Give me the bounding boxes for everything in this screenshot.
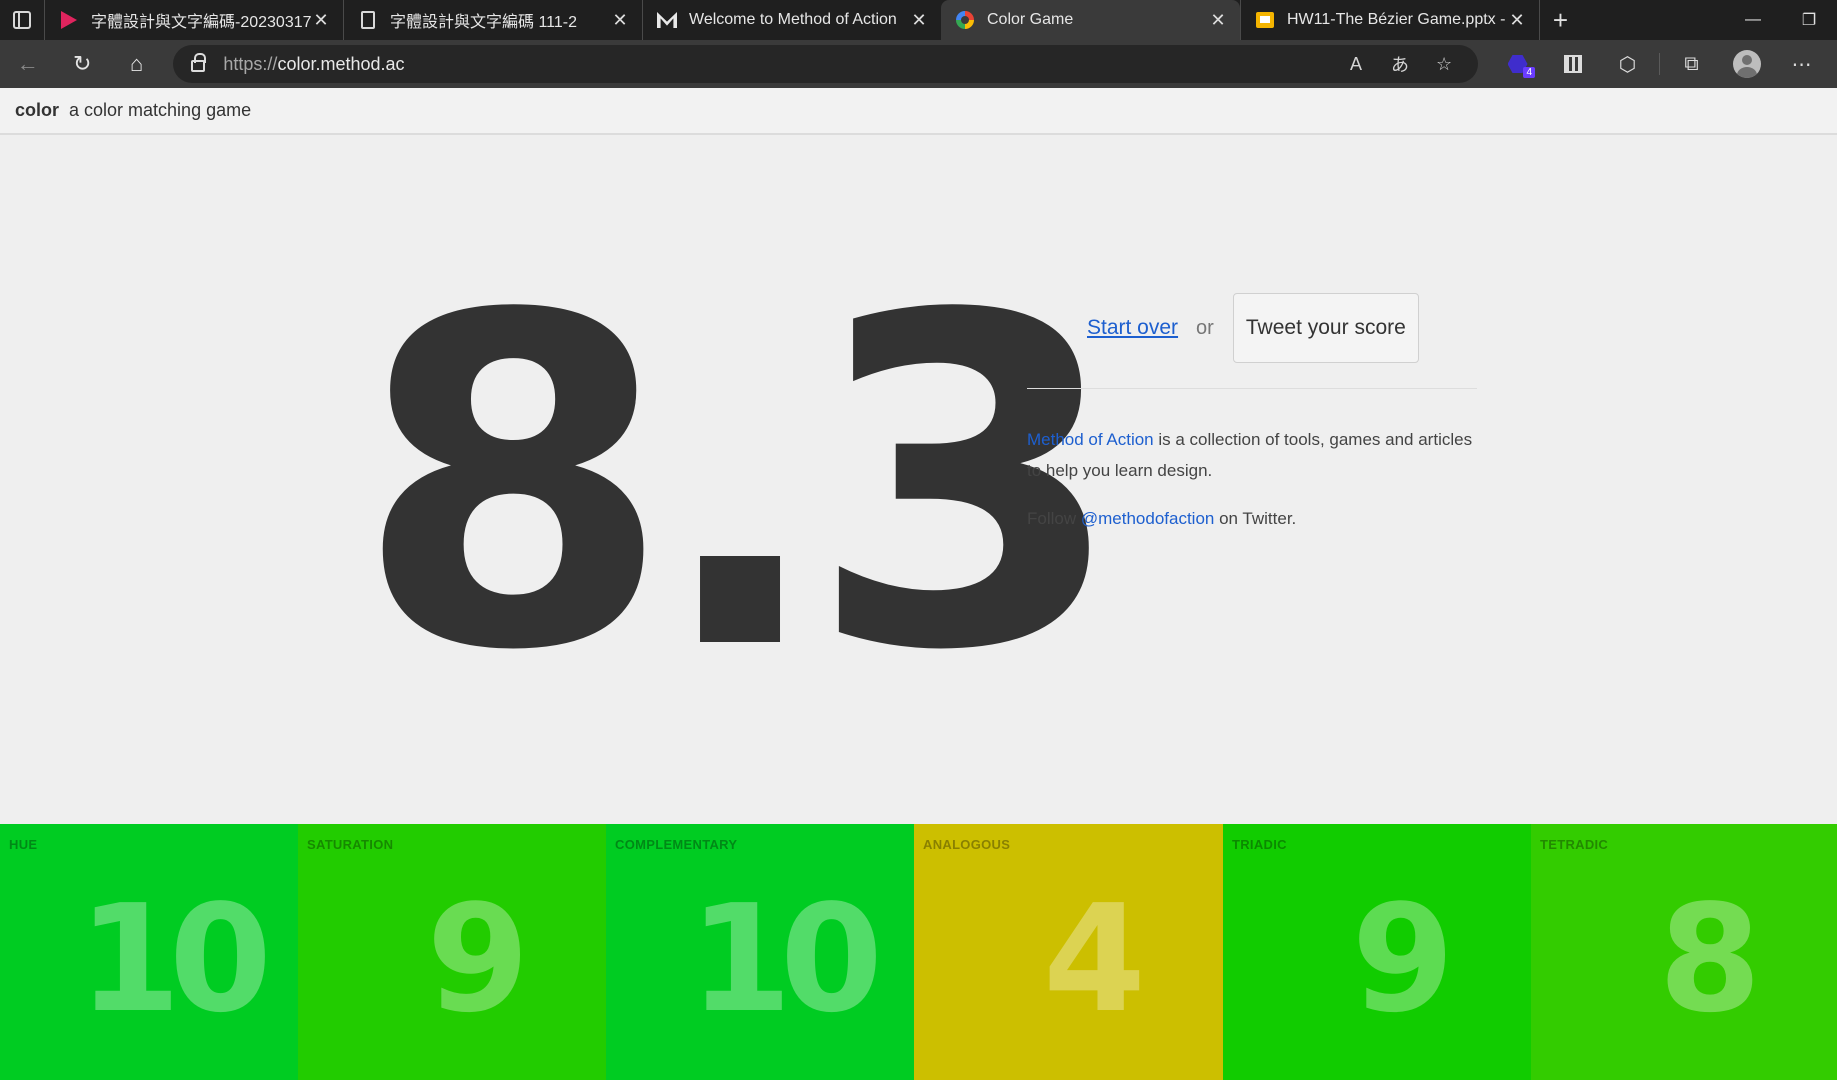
tile-hue: HUE 10 xyxy=(0,824,298,1080)
tile-analogous: ANALOGOUS 4 xyxy=(914,824,1223,1080)
tile-score: 10 xyxy=(689,873,883,1045)
new-tab-button[interactable]: + xyxy=(1539,0,1581,40)
translate-icon[interactable]: あ xyxy=(1378,51,1422,77)
browser-toolbar: ← ↻ ⌂ https://color.method.ac A あ ☆ 4 ⬡ … xyxy=(0,40,1837,88)
result-actions: Start over or Tweet your score xyxy=(1027,293,1477,363)
tile-triadic: TRIADIC 9 xyxy=(1223,824,1531,1080)
site-tagline: a color matching game xyxy=(69,100,252,120)
or-text: or xyxy=(1196,316,1214,339)
tile-saturation: SATURATION 9 xyxy=(298,824,606,1080)
slides-icon xyxy=(1255,10,1275,30)
extensions-button[interactable]: ⬡ xyxy=(1600,44,1655,84)
start-over-link[interactable]: Start over xyxy=(1087,316,1178,340)
tile-label: SATURATION xyxy=(307,837,394,852)
follow-suffix: on Twitter. xyxy=(1214,509,1297,528)
tile-label: ANALOGOUS xyxy=(923,837,1011,852)
tile-score: 9 xyxy=(1351,873,1455,1045)
tab-bezier-game[interactable]: HW11-The Bézier Game.pptx - G ✕ xyxy=(1240,0,1539,40)
restore-button[interactable]: ❐ xyxy=(1781,0,1837,40)
tile-score: 10 xyxy=(78,873,272,1045)
tweet-score-button[interactable]: Tweet your score xyxy=(1232,293,1419,363)
document-icon xyxy=(358,10,378,30)
tab-title: Color Game xyxy=(987,11,1074,28)
final-score: 8.3 xyxy=(355,221,1125,750)
close-icon[interactable]: ✕ xyxy=(610,10,630,31)
favorite-star-icon[interactable]: ☆ xyxy=(1422,54,1466,75)
tile-complementary: COMPLEMENTARY 10 xyxy=(606,824,914,1080)
tile-label: TRIADIC xyxy=(1232,837,1287,852)
tab-title: 字體設計與文字編碼 111-2 xyxy=(390,14,577,31)
tab-title: HW11-The Bézier Game.pptx - G xyxy=(1287,11,1507,28)
tab-actions-button[interactable] xyxy=(0,0,44,40)
back-button[interactable]: ← xyxy=(8,44,47,84)
close-icon[interactable]: ✕ xyxy=(909,10,929,31)
extension-hex-button[interactable]: 4 xyxy=(1490,44,1545,84)
close-icon[interactable]: ✕ xyxy=(1208,10,1228,31)
divider xyxy=(1027,388,1477,389)
tab-actions-icon xyxy=(13,11,31,29)
tile-score: 9 xyxy=(426,873,530,1045)
tile-score: 8 xyxy=(1658,873,1762,1045)
address-bar[interactable]: https://color.method.ac A あ ☆ xyxy=(173,45,1479,83)
reload-button[interactable]: ↻ xyxy=(62,44,101,84)
url-text[interactable]: https://color.method.ac xyxy=(223,54,1334,75)
minimize-button[interactable]: — xyxy=(1725,0,1781,40)
extension-badge: 4 xyxy=(1523,67,1536,78)
home-button[interactable]: ⌂ xyxy=(117,44,156,84)
window-controls: — ❐ xyxy=(1725,0,1837,40)
tab-title: Welcome to Method of Action xyxy=(689,11,897,28)
profile-button[interactable] xyxy=(1719,44,1774,84)
tile-tetradic: TETRADIC 8 xyxy=(1531,824,1837,1080)
collections-button[interactable]: ⧉ xyxy=(1664,44,1719,84)
method-of-action-icon xyxy=(657,10,677,30)
tab-font-design-doc[interactable]: 字體設計與文字編碼 111-2 ✕ xyxy=(343,0,642,40)
tab-font-design-video[interactable]: 字體設計與文字編碼-20230317_1 ✕ xyxy=(44,0,343,40)
tab-strip: 字體設計與文字編碼-20230317_1 ✕ 字體設計與文字編碼 111-2 ✕… xyxy=(0,0,1837,40)
site-header: color a color matching game xyxy=(0,88,1837,135)
qr-code-icon xyxy=(1563,55,1582,73)
site-brand[interactable]: color xyxy=(15,100,59,121)
toolbar-separator xyxy=(1659,53,1661,75)
twitter-handle-link[interactable]: @methodofaction xyxy=(1081,509,1215,528)
tile-label: COMPLEMENTARY xyxy=(615,837,738,852)
tab-title: 字體設計與文字編碼-20230317_1 xyxy=(91,14,311,31)
tab-method-of-action[interactable]: Welcome to Method of Action ✕ xyxy=(642,0,941,40)
method-of-action-link[interactable]: Method of Action xyxy=(1027,430,1154,449)
tab-color-game[interactable]: Color Game ✕ xyxy=(941,0,1240,40)
read-aloud-icon[interactable]: A xyxy=(1334,54,1378,75)
score-breakdown: HUE 10 SATURATION 9 COMPLEMENTARY 10 ANA… xyxy=(0,824,1837,1080)
tile-score: 4 xyxy=(1043,873,1146,1045)
follow-text: Follow @methodofaction on Twitter. xyxy=(1027,503,1296,534)
tile-label: HUE xyxy=(9,837,38,852)
qr-code-button[interactable] xyxy=(1545,44,1600,84)
close-icon[interactable]: ✕ xyxy=(311,10,331,31)
follow-prefix: Follow xyxy=(1027,509,1081,528)
tile-label: TETRADIC xyxy=(1540,837,1609,852)
extensions-area: 4 ⬡ ⧉ ⋯ xyxy=(1490,44,1829,84)
close-icon[interactable]: ✕ xyxy=(1507,10,1527,31)
play-icon xyxy=(59,10,79,30)
more-menu-button[interactable]: ⋯ xyxy=(1774,44,1829,84)
about-text: Method of Action is a collection of tool… xyxy=(1027,424,1487,486)
lock-icon xyxy=(191,53,207,72)
avatar xyxy=(1732,50,1761,78)
color-ring-icon xyxy=(955,10,975,30)
